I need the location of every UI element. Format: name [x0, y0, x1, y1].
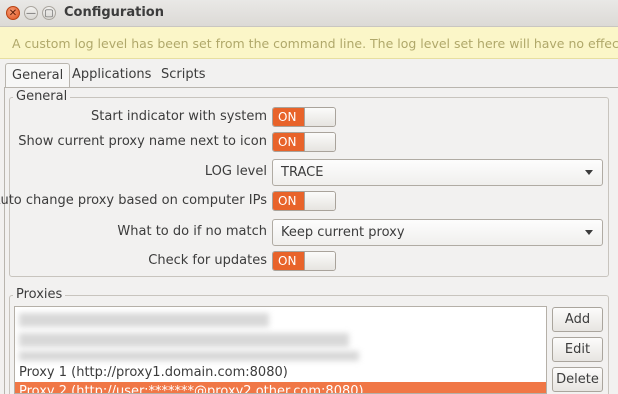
switch-state: ON [273, 108, 305, 126]
log-level-label: LOG level [204, 164, 267, 179]
no-match-value: Keep current proxy [281, 225, 405, 240]
info-banner: A custom log level has been set from the… [0, 27, 618, 59]
redacted-item [19, 313, 269, 327]
proxy-list[interactable]: Proxy 1 (http://proxy1.domain.com:8080) … [14, 306, 547, 394]
switch-knob [304, 192, 335, 210]
switch-knob [304, 108, 335, 126]
maximize-icon[interactable]: ▢ [42, 6, 56, 20]
show-proxy-name-label: Show current proxy name next to icon [18, 134, 267, 149]
redacted-item [19, 333, 349, 347]
show-proxy-name-switch[interactable]: ON [272, 132, 336, 152]
start-indicator-switch[interactable]: ON [272, 107, 336, 127]
list-item[interactable]: Proxy 2 (http://user:*******@proxy2.othe… [15, 382, 546, 393]
auto-change-switch[interactable]: ON [272, 191, 336, 211]
auto-change-label: Auto change proxy based on computer IPs [0, 193, 267, 208]
log-level-select[interactable]: TRACE [272, 159, 603, 186]
no-match-select[interactable]: Keep current proxy [272, 219, 603, 246]
tab-applications[interactable]: Applications [66, 63, 157, 87]
log-level-value: TRACE [281, 165, 324, 180]
switch-state: ON [273, 252, 305, 270]
edit-button[interactable]: Edit [552, 337, 603, 362]
delete-button[interactable]: Delete [552, 367, 603, 392]
switch-knob [304, 133, 335, 151]
minimize-icon[interactable]: — [24, 6, 38, 20]
switch-state: ON [273, 192, 305, 210]
switch-state: ON [273, 133, 305, 151]
redacted-item [19, 351, 359, 361]
chevron-down-icon [585, 230, 593, 235]
close-icon[interactable]: ✕ [6, 6, 20, 20]
general-group-label: General [13, 89, 71, 104]
check-updates-label: Check for updates [148, 253, 267, 268]
switch-knob [304, 252, 335, 270]
list-item[interactable]: Proxy 1 (http://proxy1.domain.com:8080) [15, 363, 546, 382]
proxies-group-label: Proxies [13, 287, 66, 302]
tab-general[interactable]: General [5, 63, 71, 88]
check-updates-switch[interactable]: ON [272, 251, 336, 271]
title-bar: ✕ — ▢ Configuration [0, 0, 618, 27]
chevron-down-icon [585, 170, 593, 175]
start-indicator-label: Start indicator with system [91, 109, 267, 124]
no-match-label: What to do if no match [117, 224, 267, 239]
window-title: Configuration [64, 5, 164, 20]
tab-scripts[interactable]: Scripts [155, 63, 211, 87]
add-button[interactable]: Add [552, 307, 603, 332]
